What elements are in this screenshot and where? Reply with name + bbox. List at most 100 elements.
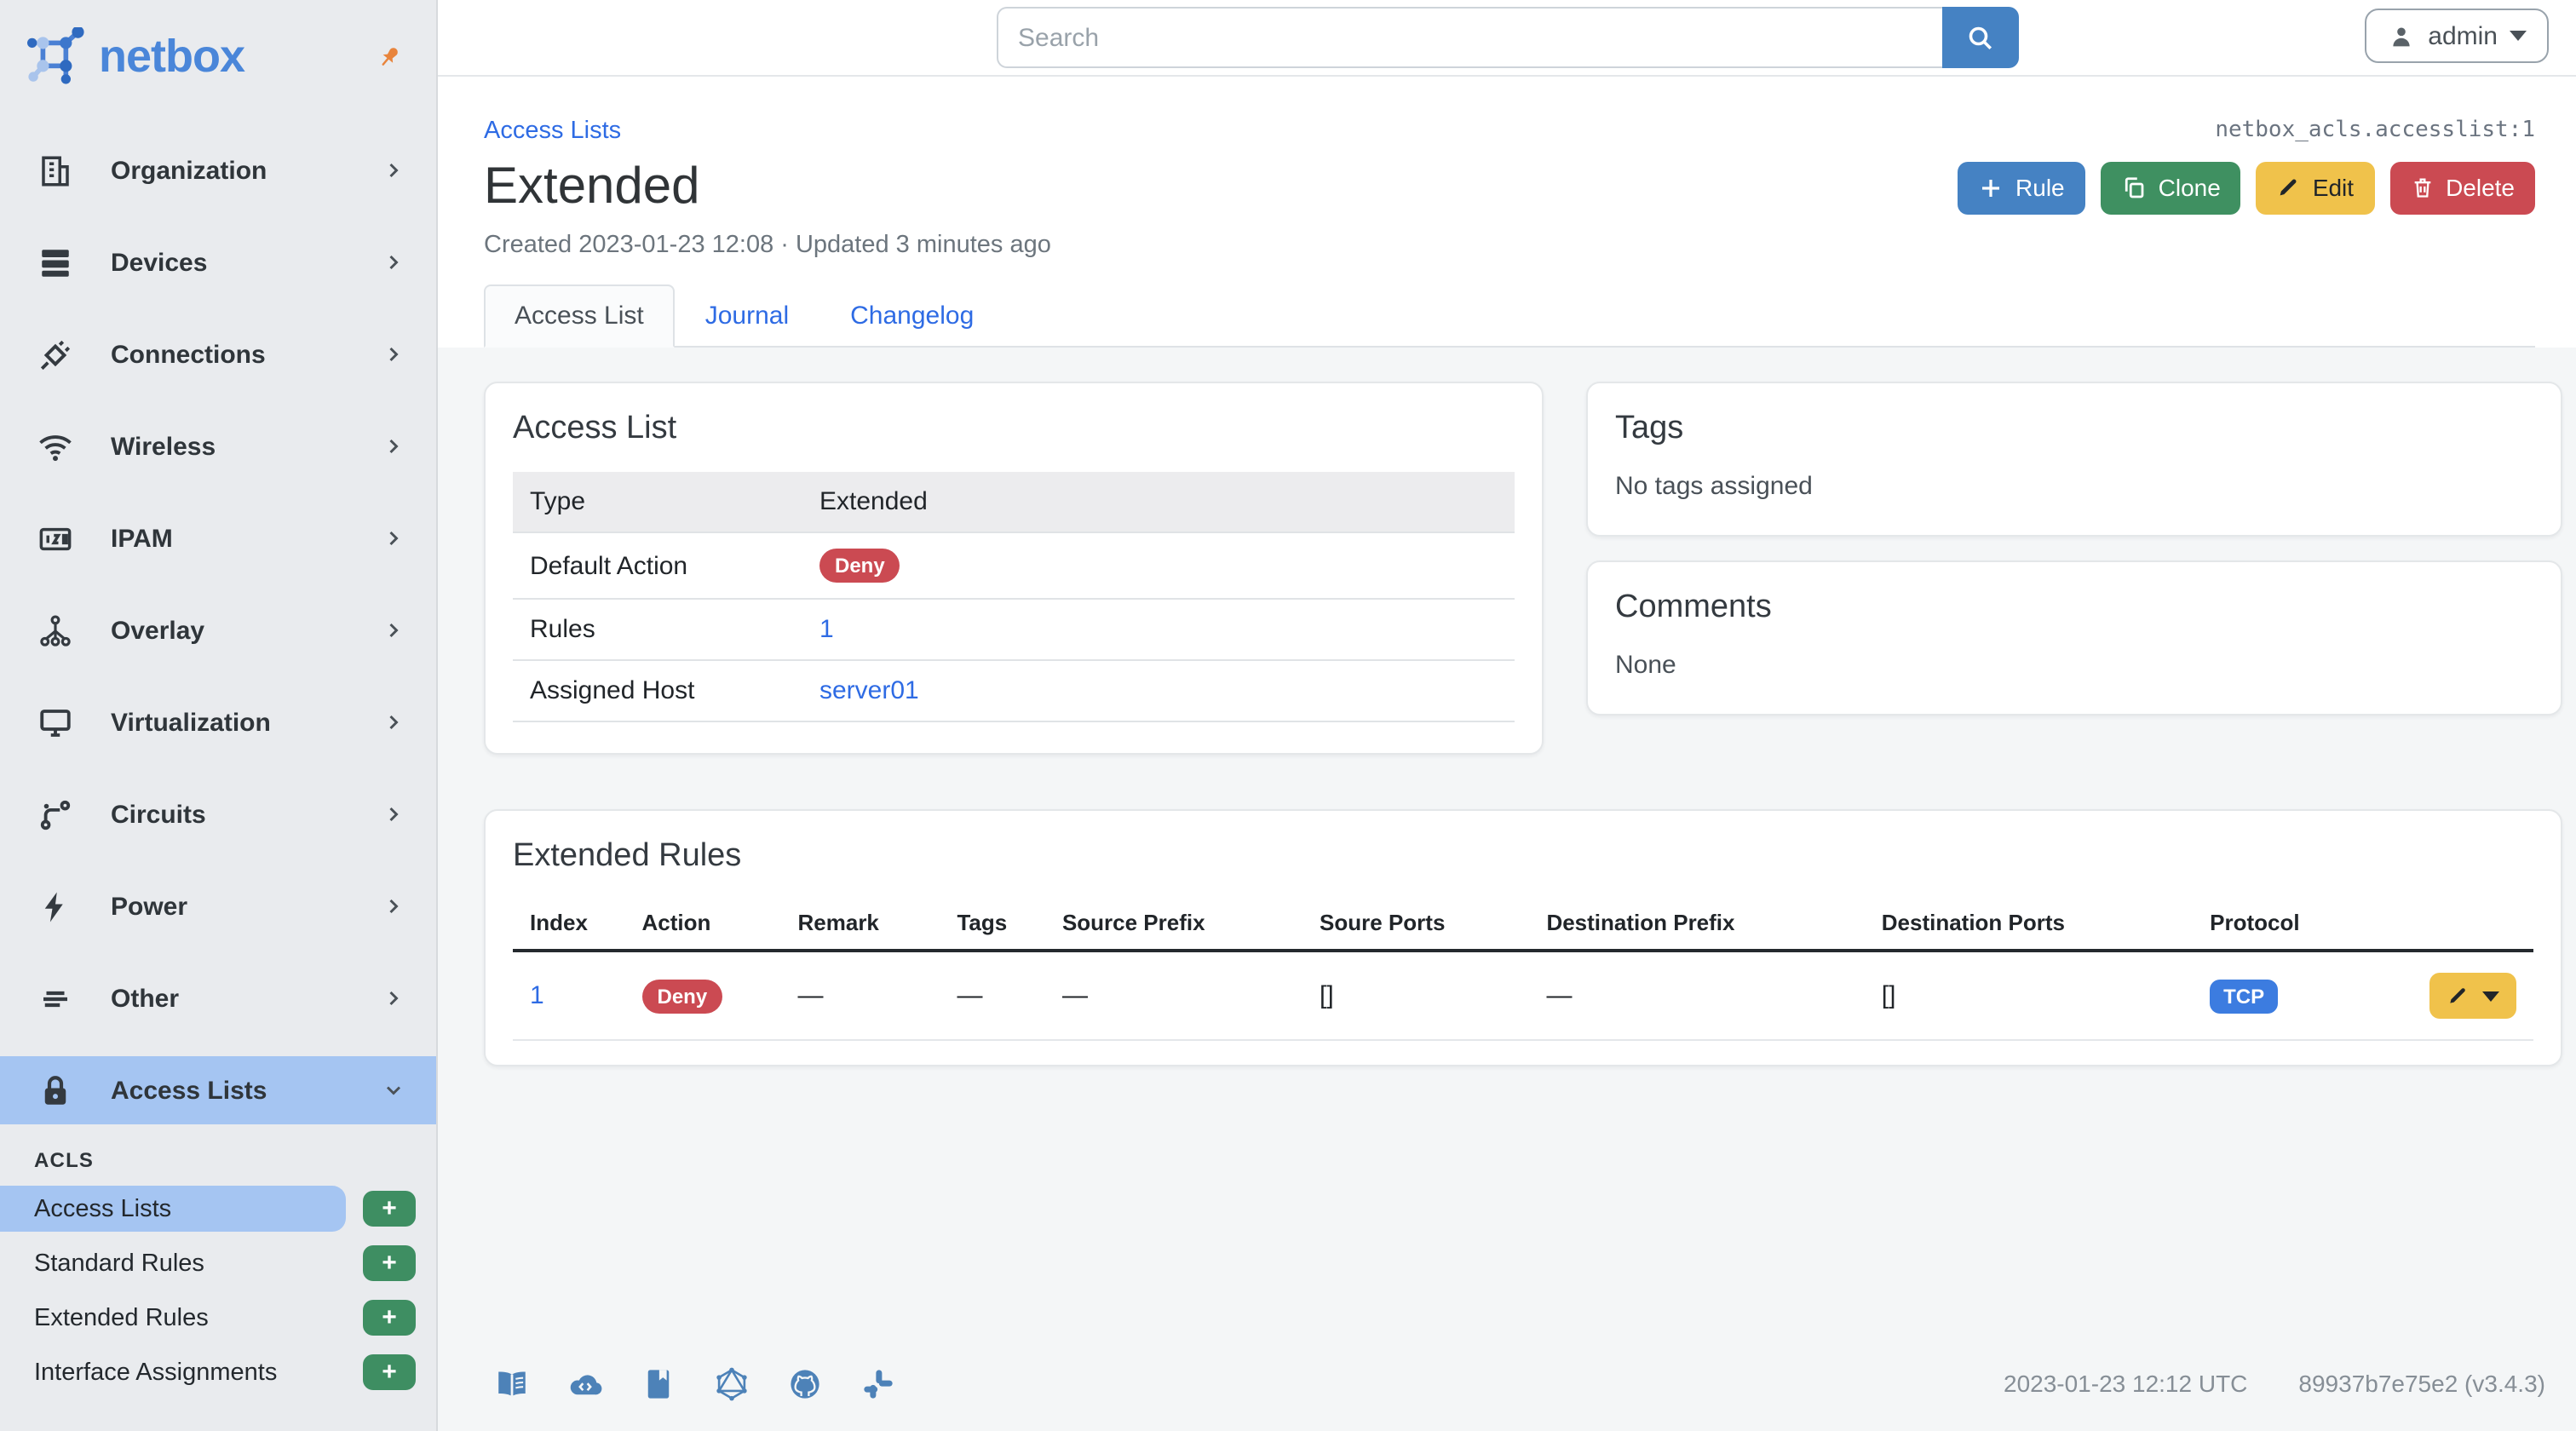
- plus-icon: [1978, 175, 2004, 200]
- access-list-attributes-table: Type Extended Default Action Deny Rules …: [513, 472, 1515, 722]
- footer: 2023-01-23 12:12 UTC 89937b7e75e2 (v3.4.…: [484, 1342, 2562, 1424]
- lines-icon: [37, 980, 73, 1016]
- search-input[interactable]: [996, 7, 1941, 68]
- rule-index-link[interactable]: 1: [530, 981, 544, 1010]
- extended-rules-panel: Extended Rules Index Action Remark Tags: [484, 809, 2562, 1066]
- transit-connection-icon: [37, 796, 73, 832]
- tab-journal[interactable]: Journal: [675, 284, 819, 348]
- sidebar-item-power[interactable]: Power: [0, 872, 436, 940]
- protocol-badge: TCP: [2210, 979, 2279, 1013]
- page-title: Extended: [484, 158, 700, 215]
- tab-access-list[interactable]: Access List: [484, 284, 675, 348]
- username-label: admin: [2428, 21, 2498, 50]
- sidebar-item-connections[interactable]: Connections: [0, 320, 436, 388]
- sidebar-item-organization[interactable]: Organization: [0, 136, 436, 204]
- netbox-logo-icon[interactable]: [27, 27, 85, 85]
- sidebar-item-label: Circuits: [111, 800, 206, 829]
- add-access-list-button[interactable]: +: [363, 1191, 416, 1227]
- sidebar-subitem-extended-rules[interactable]: Extended Rules: [0, 1295, 346, 1341]
- rules-count-link[interactable]: 1: [819, 615, 834, 644]
- bookmark-book-icon[interactable]: [641, 1365, 676, 1401]
- sidebar-item-label: Power: [111, 892, 188, 921]
- chevron-right-icon: [382, 618, 405, 642]
- main-area: admin Access Lists netbox_acls.accesslis…: [438, 0, 2576, 1431]
- attr-label: Assigned Host: [530, 676, 695, 705]
- object-action-buttons: Rule Clone Edit Delete: [1958, 161, 2535, 214]
- col-index: Index: [513, 896, 625, 952]
- assigned-host-link[interactable]: server01: [819, 676, 919, 705]
- pencil-icon: [2447, 985, 2469, 1007]
- top-header: admin: [438, 0, 2576, 77]
- user-icon: [2387, 21, 2416, 50]
- object-identifier: netbox_acls.accesslist:1: [2215, 118, 2535, 143]
- book-open-icon[interactable]: [494, 1365, 530, 1401]
- add-rule-label: Rule: [2015, 174, 2065, 201]
- sidebar-item-label: Devices: [111, 248, 208, 277]
- edit-rule-button[interactable]: [2429, 973, 2516, 1019]
- counter-icon: [37, 520, 73, 556]
- add-rule-button[interactable]: Rule: [1958, 161, 2085, 214]
- acl-row: Access Lists +: [0, 1186, 436, 1232]
- deny-status-badge: Deny: [819, 549, 900, 583]
- delete-button[interactable]: Delete: [2389, 161, 2535, 214]
- slack-icon[interactable]: [860, 1365, 896, 1401]
- graphql-icon[interactable]: [714, 1365, 750, 1401]
- chevron-down-icon: [382, 1078, 405, 1102]
- chevron-right-icon: [382, 986, 405, 1010]
- sidebar-item-overlay[interactable]: Overlay: [0, 596, 436, 664]
- sidebar-item-virtualization[interactable]: Virtualization: [0, 688, 436, 756]
- rules-header-row: Index Action Remark Tags Source Prefix S…: [513, 896, 2533, 952]
- netbox-logo-text[interactable]: netbox: [99, 30, 245, 83]
- search-button[interactable]: [1941, 7, 2018, 68]
- footer-links: [484, 1365, 896, 1401]
- edit-label: Edit: [2312, 174, 2355, 201]
- cloud-code-icon[interactable]: [567, 1365, 603, 1401]
- chevron-right-icon: [382, 342, 405, 366]
- edit-button[interactable]: Edit: [2256, 161, 2375, 214]
- rule-destination-ports: []: [1864, 951, 2194, 1041]
- acl-row: Interface Assignments +: [0, 1349, 436, 1395]
- sidebar-subitem-standard-rules[interactable]: Standard Rules: [0, 1240, 346, 1286]
- comments-empty-text: None: [1615, 651, 1676, 680]
- extended-rules-table: Index Action Remark Tags Source Prefix S…: [513, 896, 2533, 1041]
- rule-table-row: 1 Deny — — — [] — [] TCP: [513, 951, 2533, 1041]
- add-interface-assignment-button[interactable]: +: [363, 1354, 416, 1390]
- wifi-icon: [37, 428, 73, 464]
- attr-label: Type: [530, 487, 586, 516]
- add-standard-rule-button[interactable]: +: [363, 1245, 416, 1281]
- sidebar-item-devices[interactable]: Devices: [0, 228, 436, 296]
- breadcrumb-access-lists-link[interactable]: Access Lists: [484, 118, 621, 145]
- col-source-ports: Soure Ports: [1302, 896, 1530, 952]
- attr-value-type: Extended: [819, 487, 928, 516]
- pin-sidebar-icon[interactable]: [371, 38, 407, 74]
- sidebar-nav: Organization Devices Connections Wireles…: [0, 112, 436, 1404]
- rule-tags: —: [940, 951, 1045, 1041]
- sidebar-item-circuits[interactable]: Circuits: [0, 780, 436, 848]
- network-graph-icon: [37, 612, 73, 648]
- rule-source-ports: []: [1302, 951, 1530, 1041]
- clone-label: Clone: [2158, 174, 2221, 201]
- sidebar-item-access-lists[interactable]: Access Lists: [0, 1056, 436, 1124]
- page-header: Access Lists netbox_acls.accesslist:1 Ex…: [438, 77, 2576, 348]
- monitor-icon: [37, 704, 73, 740]
- rule-remark: —: [780, 951, 940, 1041]
- clone-button[interactable]: Clone: [2100, 161, 2241, 214]
- chevron-right-icon: [382, 250, 405, 274]
- sidebar-item-ipam[interactable]: IPAM: [0, 504, 436, 572]
- sidebar-subitem-interface-assignments[interactable]: Interface Assignments: [0, 1349, 346, 1395]
- tab-changelog[interactable]: Changelog: [819, 284, 1004, 348]
- trash-icon: [2410, 175, 2434, 199]
- chevron-right-icon: [382, 802, 405, 826]
- attr-row-assigned-host: Assigned Host server01: [513, 660, 1515, 721]
- chevron-right-icon: [382, 894, 405, 918]
- rule-destination-prefix: —: [1529, 951, 1865, 1041]
- github-icon[interactable]: [787, 1365, 823, 1401]
- sidebar-item-other[interactable]: Other: [0, 964, 436, 1032]
- search-group: [996, 7, 2018, 68]
- add-extended-rule-button[interactable]: +: [363, 1300, 416, 1336]
- search-icon: [1964, 22, 1995, 53]
- sidebar-item-wireless[interactable]: Wireless: [0, 412, 436, 480]
- created-updated-meta: Created 2023-01-23 12:08 · Updated 3 min…: [484, 232, 1051, 259]
- user-menu-button[interactable]: admin: [2365, 9, 2549, 63]
- sidebar-subitem-access-lists[interactable]: Access Lists: [0, 1186, 346, 1232]
